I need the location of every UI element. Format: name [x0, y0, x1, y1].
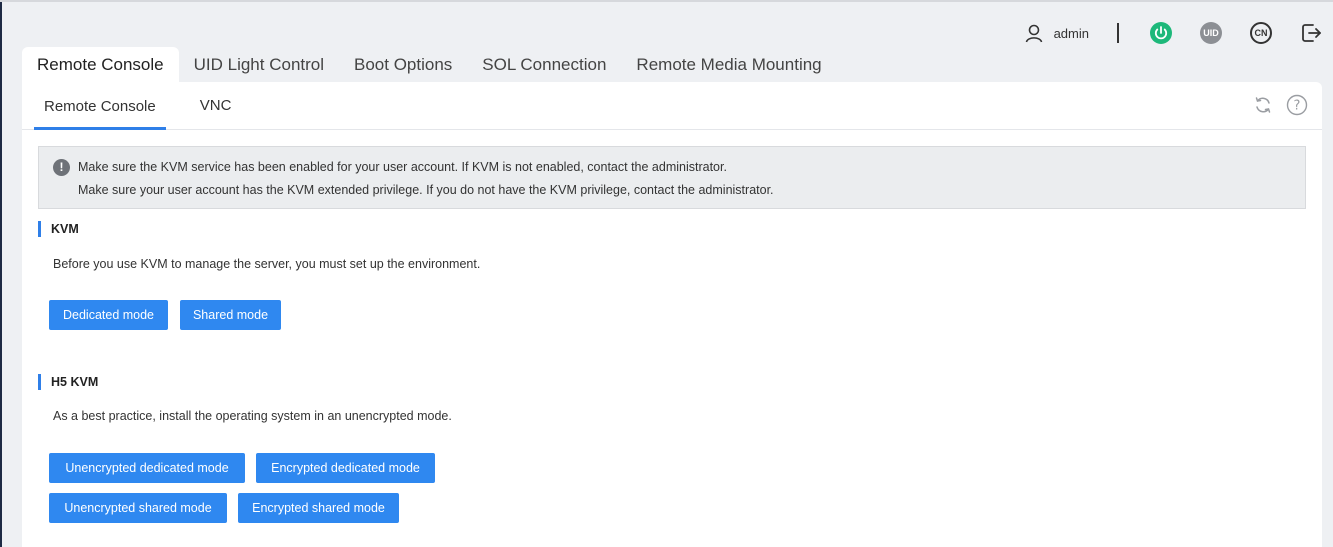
power-icon[interactable]	[1149, 21, 1173, 45]
unencrypted-shared-mode-button[interactable]: Unencrypted shared mode	[49, 493, 227, 523]
username-label[interactable]: admin	[1054, 26, 1089, 41]
main-tab-bar: Remote Console UID Light Control Boot Op…	[22, 47, 837, 82]
tab-remote-console[interactable]: Remote Console	[22, 47, 179, 82]
content-panel: Remote Console VNC ? ! Make sure the KVM…	[22, 82, 1322, 547]
subtab-remote-console[interactable]: Remote Console	[34, 82, 166, 130]
h5kvm-section-title: H5 KVM	[38, 374, 98, 390]
dedicated-mode-button[interactable]: Dedicated mode	[49, 300, 168, 330]
unencrypted-dedicated-mode-button[interactable]: Unencrypted dedicated mode	[49, 453, 245, 483]
subtab-vnc[interactable]: VNC	[190, 82, 242, 129]
uid-icon[interactable]: UID	[1199, 21, 1223, 45]
sub-tab-bar: Remote Console VNC ?	[22, 82, 1322, 130]
tab-sol-connection[interactable]: SOL Connection	[467, 47, 621, 82]
kvm-section-description: Before you use KVM to manage the server,…	[53, 257, 481, 271]
warning-icon: !	[53, 158, 70, 176]
refresh-icon[interactable]	[1252, 94, 1274, 116]
kvm-section-title: KVM	[38, 221, 79, 237]
tab-uid-light-control[interactable]: UID Light Control	[179, 47, 339, 82]
logout-icon[interactable]	[1299, 21, 1323, 45]
help-icon[interactable]: ?	[1286, 94, 1308, 116]
window-left-edge	[0, 0, 2, 547]
kvm-notice: ! Make sure the KVM service has been ena…	[38, 146, 1306, 209]
encrypted-dedicated-mode-button[interactable]: Encrypted dedicated mode	[256, 453, 435, 483]
uid-icon-label: UID	[1200, 22, 1222, 44]
language-icon-label: CN	[1250, 22, 1272, 44]
header-divider	[1117, 23, 1119, 43]
user-icon	[1024, 23, 1044, 43]
tab-boot-options[interactable]: Boot Options	[339, 47, 467, 82]
panel-actions: ?	[1240, 94, 1308, 116]
h5kvm-section-description: As a best practice, install the operatin…	[53, 409, 452, 423]
notice-line-1: Make sure the KVM service has been enabl…	[78, 160, 727, 174]
window-top-edge	[0, 0, 1333, 2]
notice-line-2: Make sure your user account has the KVM …	[78, 183, 774, 197]
svg-text:?: ?	[1294, 99, 1301, 114]
tab-remote-media-mounting[interactable]: Remote Media Mounting	[621, 47, 836, 82]
shared-mode-button[interactable]: Shared mode	[180, 300, 281, 330]
language-icon[interactable]: CN	[1249, 21, 1273, 45]
encrypted-shared-mode-button[interactable]: Encrypted shared mode	[238, 493, 399, 523]
header-toolbar: admin UID CN	[1024, 19, 1323, 47]
